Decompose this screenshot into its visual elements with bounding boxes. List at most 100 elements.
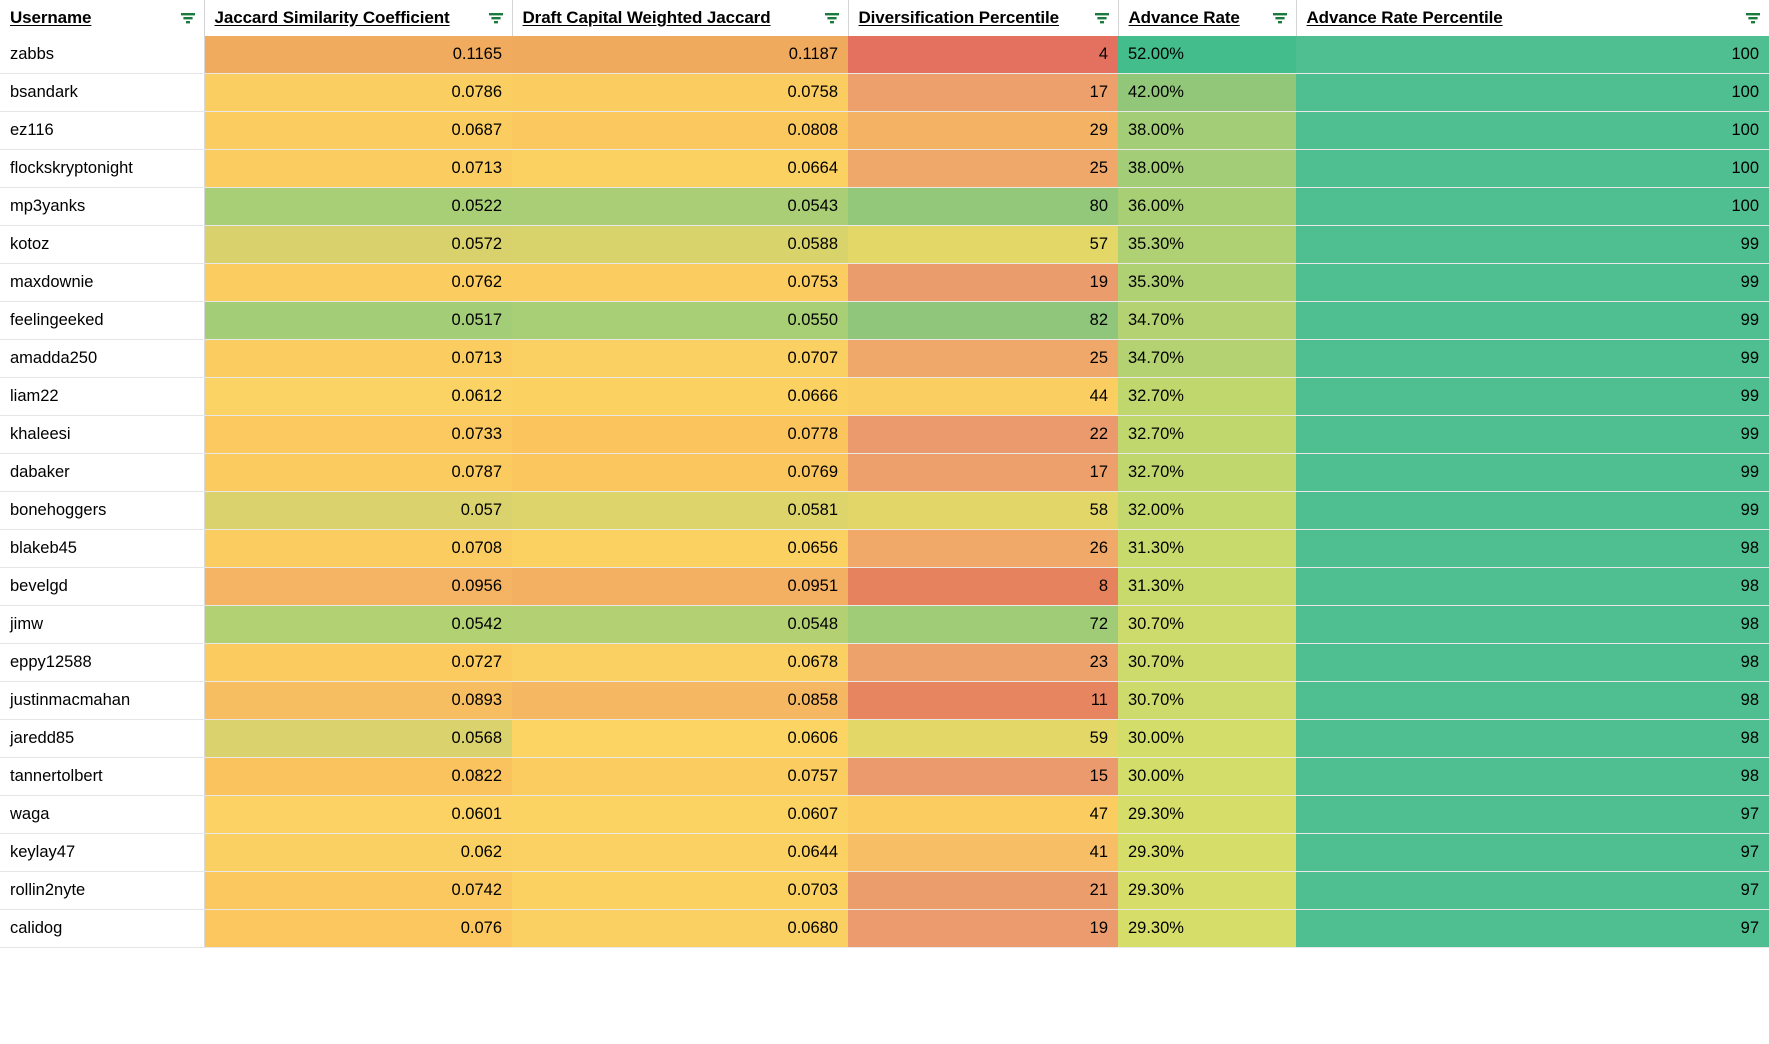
cell-jaccard[interactable]: 0.0787 [204, 453, 512, 492]
cell-weighted[interactable]: 0.1187 [512, 36, 848, 74]
cell-username[interactable]: rollin2nyte [0, 871, 205, 910]
table-row[interactable]: eppy12588 0.0727 0.0678 23 30.70% 98 [0, 643, 1769, 682]
cell-username[interactable]: liam22 [0, 377, 205, 416]
cell-jaccard[interactable]: 0.0572 [204, 225, 512, 264]
cell-weighted[interactable]: 0.0664 [512, 149, 848, 188]
table-row[interactable]: flockskryptonight 0.0713 0.0664 25 38.00% 100 [0, 149, 1769, 188]
cell-advpct[interactable]: 98 [1296, 567, 1769, 606]
table-row[interactable]: kotoz 0.0572 0.0588 57 35.30% 99 [0, 225, 1769, 264]
cell-advpct[interactable]: 98 [1296, 757, 1769, 796]
cell-weighted[interactable]: 0.0656 [512, 529, 848, 568]
cell-divpct[interactable]: 57 [848, 225, 1118, 264]
table-row[interactable]: maxdownie 0.0762 0.0753 19 35.30% 99 [0, 263, 1769, 302]
cell-username[interactable]: maxdownie [0, 263, 205, 302]
cell-weighted[interactable]: 0.0678 [512, 643, 848, 682]
cell-weighted[interactable]: 0.0680 [512, 909, 848, 948]
table-row[interactable]: blakeb45 0.0708 0.0656 26 31.30% 98 [0, 529, 1769, 568]
table-row[interactable]: jaredd85 0.0568 0.0606 59 30.00% 98 [0, 719, 1769, 758]
cell-jaccard[interactable]: 0.0687 [204, 111, 512, 150]
cell-advrate[interactable]: 31.30% [1118, 529, 1296, 568]
cell-advpct[interactable]: 97 [1296, 833, 1769, 872]
cell-weighted[interactable]: 0.0753 [512, 263, 848, 302]
cell-weighted[interactable]: 0.0707 [512, 339, 848, 378]
cell-advpct[interactable]: 99 [1296, 339, 1769, 378]
cell-divpct[interactable]: 11 [848, 681, 1118, 720]
table-row[interactable]: tannertolbert 0.0822 0.0757 15 30.00% 98 [0, 757, 1769, 796]
cell-divpct[interactable]: 4 [848, 36, 1118, 74]
cell-username[interactable]: amadda250 [0, 339, 205, 378]
cell-divpct[interactable]: 17 [848, 73, 1118, 112]
cell-weighted[interactable]: 0.0757 [512, 757, 848, 796]
cell-weighted[interactable]: 0.0644 [512, 833, 848, 872]
table-row[interactable]: bevelgd 0.0956 0.0951 8 31.30% 98 [0, 567, 1769, 606]
cell-advpct[interactable]: 100 [1296, 36, 1769, 74]
cell-jaccard[interactable]: 0.0601 [204, 795, 512, 834]
filter-icon[interactable] [488, 11, 504, 25]
cell-advrate[interactable]: 34.70% [1118, 339, 1296, 378]
cell-advrate[interactable]: 32.70% [1118, 377, 1296, 416]
cell-weighted[interactable]: 0.0951 [512, 567, 848, 606]
filter-icon[interactable] [1094, 11, 1110, 25]
cell-weighted[interactable]: 0.0769 [512, 453, 848, 492]
cell-advrate[interactable]: 52.00% [1118, 36, 1296, 74]
table-row[interactable]: bonehoggers 0.057 0.0581 58 32.00% 99 [0, 491, 1769, 530]
cell-advpct[interactable]: 97 [1296, 871, 1769, 910]
cell-advpct[interactable]: 98 [1296, 681, 1769, 720]
cell-advpct[interactable]: 100 [1296, 111, 1769, 150]
cell-username[interactable]: calidog [0, 909, 205, 948]
cell-username[interactable]: justinmacmahan [0, 681, 205, 720]
cell-username[interactable]: dabaker [0, 453, 205, 492]
cell-jaccard[interactable]: 0.0612 [204, 377, 512, 416]
cell-advrate[interactable]: 32.70% [1118, 415, 1296, 454]
cell-weighted[interactable]: 0.0550 [512, 301, 848, 340]
cell-advpct[interactable]: 98 [1296, 529, 1769, 568]
filter-icon[interactable] [1272, 11, 1288, 25]
column-header-advpct[interactable]: Advance Rate Percentile [1296, 0, 1769, 36]
column-header-username[interactable]: Username [0, 0, 205, 36]
cell-username[interactable]: blakeb45 [0, 529, 205, 568]
cell-advrate[interactable]: 38.00% [1118, 149, 1296, 188]
cell-divpct[interactable]: 15 [848, 757, 1118, 796]
cell-username[interactable]: bevelgd [0, 567, 205, 606]
filter-icon[interactable] [1745, 11, 1761, 25]
cell-divpct[interactable]: 17 [848, 453, 1118, 492]
cell-divpct[interactable]: 23 [848, 643, 1118, 682]
cell-jaccard[interactable]: 0.0786 [204, 73, 512, 112]
cell-username[interactable]: flockskryptonight [0, 149, 205, 188]
cell-divpct[interactable]: 58 [848, 491, 1118, 530]
cell-weighted[interactable]: 0.0581 [512, 491, 848, 530]
cell-advpct[interactable]: 97 [1296, 795, 1769, 834]
cell-username[interactable]: jaredd85 [0, 719, 205, 758]
cell-jaccard[interactable]: 0.0956 [204, 567, 512, 606]
cell-jaccard[interactable]: 0.0713 [204, 339, 512, 378]
table-row[interactable]: calidog 0.076 0.0680 19 29.30% 97 [0, 909, 1769, 948]
cell-divpct[interactable]: 25 [848, 339, 1118, 378]
cell-weighted[interactable]: 0.0548 [512, 605, 848, 644]
table-row[interactable]: mp3yanks 0.0522 0.0543 80 36.00% 100 [0, 187, 1769, 226]
cell-divpct[interactable]: 82 [848, 301, 1118, 340]
column-header-divpct[interactable]: Diversification Percentile [848, 0, 1119, 36]
column-header-jaccard[interactable]: Jaccard Similarity Coefficient [204, 0, 513, 36]
cell-divpct[interactable]: 59 [848, 719, 1118, 758]
table-row[interactable]: waga 0.0601 0.0607 47 29.30% 97 [0, 795, 1769, 834]
cell-advpct[interactable]: 99 [1296, 225, 1769, 264]
cell-username[interactable]: eppy12588 [0, 643, 205, 682]
cell-advpct[interactable]: 99 [1296, 453, 1769, 492]
cell-advpct[interactable]: 100 [1296, 73, 1769, 112]
cell-divpct[interactable]: 26 [848, 529, 1118, 568]
cell-jaccard[interactable]: 0.0762 [204, 263, 512, 302]
column-header-advrate[interactable]: Advance Rate [1118, 0, 1297, 36]
table-row[interactable]: ez116 0.0687 0.0808 29 38.00% 100 [0, 111, 1769, 150]
cell-username[interactable]: ez116 [0, 111, 205, 150]
cell-divpct[interactable]: 41 [848, 833, 1118, 872]
cell-divpct[interactable]: 80 [848, 187, 1118, 226]
cell-jaccard[interactable]: 0.0822 [204, 757, 512, 796]
cell-username[interactable]: bonehoggers [0, 491, 205, 530]
cell-weighted[interactable]: 0.0543 [512, 187, 848, 226]
table-row[interactable]: rollin2nyte 0.0742 0.0703 21 29.30% 97 [0, 871, 1769, 910]
cell-advpct[interactable]: 98 [1296, 719, 1769, 758]
cell-divpct[interactable]: 19 [848, 263, 1118, 302]
cell-advrate[interactable]: 42.00% [1118, 73, 1296, 112]
table-row[interactable]: liam22 0.0612 0.0666 44 32.70% 99 [0, 377, 1769, 416]
cell-divpct[interactable]: 47 [848, 795, 1118, 834]
